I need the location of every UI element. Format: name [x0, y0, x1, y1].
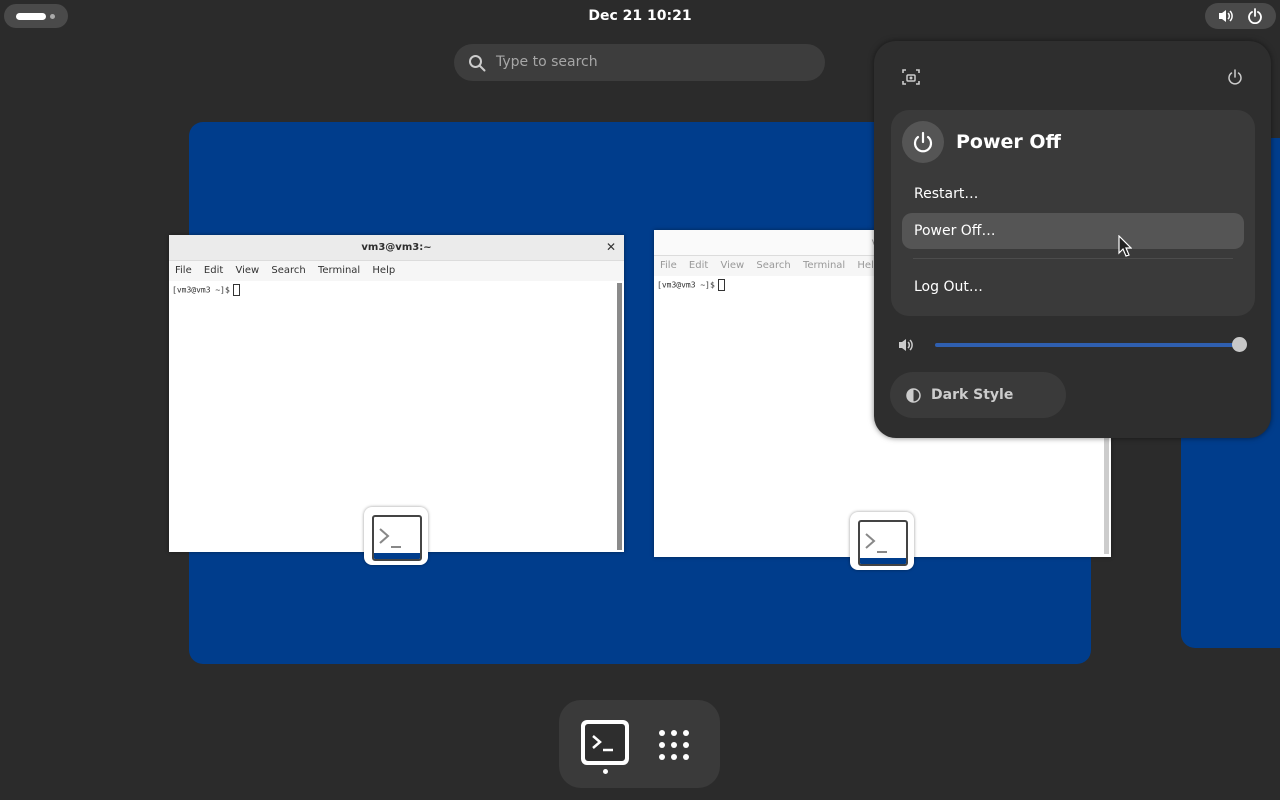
- terminal-icon[interactable]: [581, 720, 629, 765]
- menu-view[interactable]: View: [235, 265, 259, 276]
- dark-style-icon: [906, 388, 921, 403]
- dock: [559, 700, 720, 788]
- search-entry[interactable]: Type to search: [454, 44, 825, 81]
- terminal-content: [vm3@vm3 ~]$: [169, 281, 624, 299]
- menu-file[interactable]: File: [660, 260, 677, 271]
- volume-icon: [1219, 10, 1233, 22]
- menu-search[interactable]: Search: [756, 260, 790, 271]
- activities-pill-icon: [16, 13, 46, 20]
- screenshot-icon: [902, 69, 920, 85]
- workspace-dot-icon: [50, 14, 55, 19]
- volume-icon[interactable]: [897, 337, 915, 353]
- menu-view[interactable]: View: [720, 260, 744, 271]
- power-off-submenu: Power Off Restart… Power Off… Log Out…: [891, 110, 1255, 316]
- scrollbar[interactable]: [617, 283, 622, 550]
- window-titlebar: vm3@vm3:~ ✕: [169, 235, 624, 261]
- menu-edit[interactable]: Edit: [689, 260, 708, 271]
- quick-settings-menu: Power Off Restart… Power Off… Log Out… D…: [874, 41, 1271, 438]
- menu-terminal[interactable]: Terminal: [318, 265, 360, 276]
- terminal-prompt: [vm3@vm3 ~]$: [172, 285, 230, 295]
- screenshot-button[interactable]: [891, 57, 931, 97]
- top-bar: Dec 21 10:21: [0, 0, 1280, 32]
- menu-separator: [913, 258, 1233, 259]
- system-indicators[interactable]: [1205, 3, 1276, 29]
- app-grid-icon[interactable]: [656, 727, 692, 763]
- terminal-cursor: [717, 279, 725, 291]
- power-off-icon: [902, 121, 944, 163]
- log-out-item[interactable]: Log Out…: [902, 269, 1244, 305]
- mouse-pointer-icon: [1118, 235, 1132, 257]
- terminal-window[interactable]: vm3@vm3:~ ✕ File Edit View Search Termin…: [169, 235, 624, 552]
- search-placeholder: Type to search: [496, 54, 598, 70]
- terminal-cursor: [232, 284, 240, 296]
- power-off-item[interactable]: Power Off…: [902, 213, 1244, 249]
- close-icon[interactable]: ✕: [606, 235, 616, 260]
- clock[interactable]: Dec 21 10:21: [560, 0, 720, 32]
- window-title: vm3@vm3:~: [361, 242, 432, 253]
- power-icon: [1228, 69, 1242, 85]
- power-menu-button[interactable]: [1215, 57, 1255, 97]
- menu-terminal[interactable]: Terminal: [803, 260, 845, 271]
- activities-button[interactable]: [4, 4, 68, 28]
- search-icon: [469, 55, 486, 72]
- running-indicator: [603, 769, 608, 774]
- power-off-title: Power Off: [956, 131, 1061, 153]
- window-menubar: File Edit View Search Terminal Help: [169, 261, 624, 281]
- menu-help[interactable]: Help: [372, 265, 395, 276]
- terminal-app-icon: [364, 507, 428, 565]
- menu-file[interactable]: File: [175, 265, 192, 276]
- power-icon: [1248, 8, 1262, 24]
- scrollbar[interactable]: [1104, 436, 1109, 554]
- volume-slider-handle[interactable]: [1232, 337, 1247, 352]
- menu-search[interactable]: Search: [271, 265, 305, 276]
- menu-edit[interactable]: Edit: [204, 265, 223, 276]
- terminal-app-icon: [850, 512, 914, 570]
- volume-slider-row: [894, 333, 1254, 357]
- terminal-prompt: [vm3@vm3 ~]$: [657, 280, 715, 290]
- restart-item[interactable]: Restart…: [902, 176, 1244, 212]
- dark-style-label: Dark Style: [931, 387, 1014, 403]
- dark-style-toggle[interactable]: Dark Style: [890, 372, 1066, 418]
- volume-slider[interactable]: [935, 343, 1241, 347]
